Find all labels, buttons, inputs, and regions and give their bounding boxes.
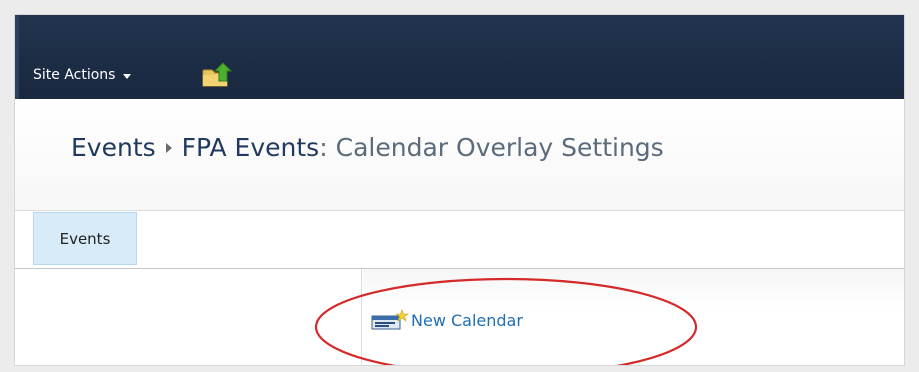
folder-up-arrow-icon[interactable] bbox=[201, 61, 235, 89]
sharepoint-window: Site Actions Events FPA Events : Calenda… bbox=[14, 14, 905, 366]
new-calendar-icon bbox=[371, 309, 409, 330]
site-actions-menu[interactable]: Site Actions bbox=[33, 67, 132, 83]
tab-bar bbox=[15, 211, 904, 269]
breadcrumb-colon: : bbox=[319, 133, 328, 162]
ribbon-bar bbox=[15, 15, 904, 99]
breadcrumb-fpa-events-link[interactable]: FPA Events bbox=[182, 133, 320, 162]
new-calendar-link[interactable]: New Calendar bbox=[371, 309, 523, 331]
new-calendar-label: New Calendar bbox=[411, 310, 523, 330]
breadcrumb-events-link[interactable]: Events bbox=[71, 133, 156, 162]
chevron-down-icon bbox=[123, 73, 132, 79]
tab-events[interactable]: Events bbox=[33, 212, 137, 265]
breadcrumb-arrow-icon bbox=[165, 143, 172, 153]
ribbon-edge bbox=[15, 15, 19, 99]
page-title: Events FPA Events : Calendar Overlay Set… bbox=[71, 133, 664, 162]
left-navigation bbox=[15, 269, 362, 365]
site-actions-label: Site Actions bbox=[33, 67, 116, 83]
breadcrumb-current-page: Calendar Overlay Settings bbox=[335, 133, 664, 162]
